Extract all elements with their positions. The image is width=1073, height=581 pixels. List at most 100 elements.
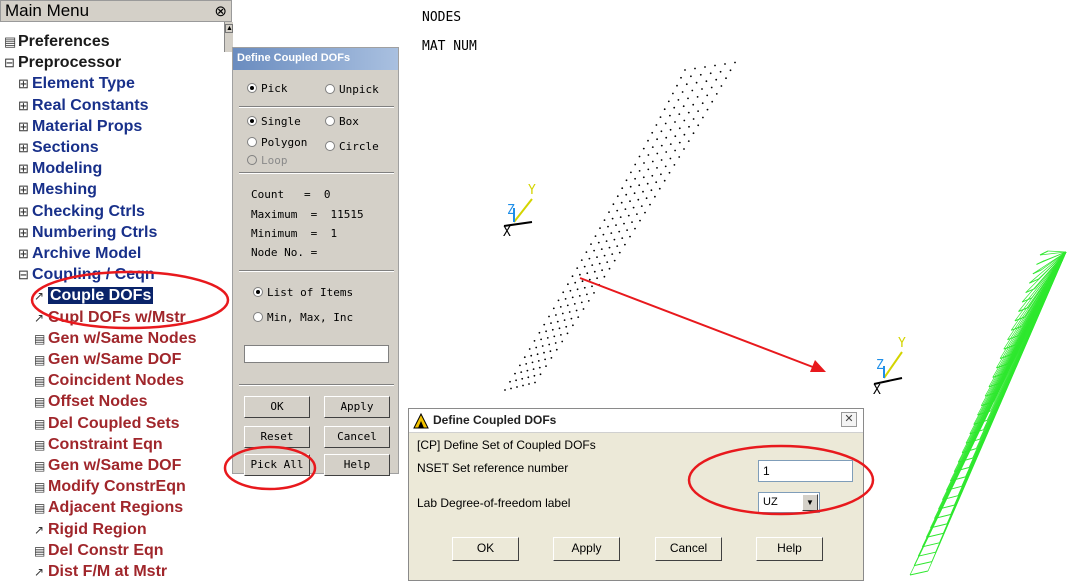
node-dot [576, 267, 579, 269]
unpick-label: Unpick [339, 83, 379, 96]
single-radio[interactable]: Single [247, 115, 301, 128]
node-dot [667, 100, 670, 103]
expand-icon: ⊞ [18, 182, 29, 198]
node-dot [587, 300, 590, 302]
chevron-down-icon[interactable]: ▼ [802, 494, 818, 511]
node-dot [615, 224, 617, 227]
node-dot [688, 125, 690, 128]
menu-item[interactable]: ⊞ Sections [18, 139, 99, 157]
menu-item[interactable]: ↗ Rigid Region [34, 521, 147, 539]
axis-triad-right: Y Z X [873, 336, 906, 398]
node-dot [714, 64, 716, 67]
lab-dropdown[interactable]: UZ ▼ [758, 492, 820, 513]
mesh-line [909, 570, 929, 576]
cp-ok-button[interactable]: OK [452, 537, 519, 561]
pick-entry-field[interactable] [244, 345, 389, 363]
cp-cancel-button[interactable]: Cancel [655, 537, 722, 561]
menu-item[interactable]: ⊞ Checking Ctrls [18, 203, 145, 221]
cp-apply-button[interactable]: Apply [553, 537, 620, 561]
close-icon[interactable]: ✕ [841, 412, 857, 427]
unpick-radio[interactable]: Unpick [325, 83, 379, 96]
radio-selected-icon[interactable] [247, 83, 257, 93]
collapse-icon[interactable]: ⊗ [214, 2, 227, 22]
count-label: Count [251, 188, 285, 201]
apply-button[interactable]: Apply [324, 396, 390, 418]
menu-item[interactable]: ↗ Cupl DOFs w/Mstr [34, 309, 186, 327]
circle-radio[interactable]: Circle [325, 140, 379, 153]
radio-icon[interactable] [325, 116, 335, 126]
menu-item[interactable]: ↗ Couple DOFs [34, 287, 154, 305]
radio-icon[interactable] [253, 312, 263, 322]
menu-item[interactable]: ▤ Coincident Nodes [34, 372, 184, 390]
cp-help-button[interactable]: Help [756, 537, 823, 561]
mesh-line [1007, 251, 1067, 365]
divider [239, 106, 394, 108]
pick-all-button[interactable]: Pick All [244, 454, 310, 476]
help-button[interactable]: Help [324, 454, 390, 476]
menu-item[interactable]: ▤ Gen w/Same DOF [34, 457, 181, 475]
mesh-line [942, 251, 1067, 534]
radio-selected-icon[interactable] [247, 116, 257, 126]
menu-item[interactable]: ⊞ Meshing [18, 181, 97, 199]
menu-item[interactable]: ⊞ Archive Model [18, 245, 141, 263]
menu-item[interactable]: ▤ Adjacent Regions [34, 499, 183, 517]
node-dot [642, 190, 644, 193]
nset-input[interactable]: 1 [758, 460, 853, 482]
menu-item[interactable]: ⊞ Numbering Ctrls [18, 224, 157, 242]
menu-item[interactable]: ▤ Constraint Eqn [34, 436, 163, 454]
mesh-line [1021, 251, 1067, 327]
menu-item[interactable]: ⊞ Element Type [18, 75, 135, 93]
list-of-items-radio[interactable]: List of Items [253, 286, 353, 299]
node-dot [519, 364, 521, 367]
menu-item-label: Rigid Region [48, 520, 147, 538]
node-dot [561, 340, 564, 343]
pick-radio[interactable]: Pick [247, 82, 288, 95]
menu-item[interactable]: ⊟ Coupling / Ceqn [18, 266, 155, 284]
radio-icon[interactable] [325, 141, 335, 151]
menu-item[interactable]: ▤ Gen w/Same Nodes [34, 330, 197, 348]
menu-item-label: Offset Nodes [48, 393, 148, 411]
node-dot [583, 265, 586, 268]
cancel-button[interactable]: Cancel [324, 426, 390, 448]
dialog-icon: ▤ [4, 34, 17, 49]
mesh-line [1003, 344, 1015, 350]
menu-item[interactable]: ↗ Dist F/M at Mstr [34, 563, 167, 581]
menu-item[interactable]: ⊞ Modeling [18, 160, 102, 178]
scroll-up-icon[interactable]: ▲ [225, 24, 233, 33]
radio-icon[interactable] [325, 84, 335, 94]
minimum-value: 1 [330, 227, 338, 240]
menu-item[interactable]: ⊞ Real Constants [18, 97, 148, 115]
reset-button[interactable]: Reset [244, 426, 310, 448]
maximum-readout: Maximum = 11515 [251, 208, 364, 221]
mesh-line [969, 429, 984, 435]
divider [239, 270, 394, 272]
node-dot [608, 211, 610, 214]
polygon-radio[interactable]: Polygon [247, 136, 307, 149]
menu-item[interactable]: ▤ Del Constr Eqn [34, 542, 164, 560]
menu-item[interactable]: ▤ Preferences [4, 33, 110, 51]
menu-item[interactable]: ⊟ Preprocessor [4, 54, 121, 72]
ok-button[interactable]: OK [244, 396, 310, 418]
mesh-line [997, 251, 1067, 393]
node-dot [591, 285, 593, 288]
main-menu-header[interactable]: Main Menu ⊗ [0, 0, 232, 22]
radio-selected-icon[interactable] [253, 287, 263, 297]
node-dot [575, 309, 578, 312]
y-axis-line [513, 198, 533, 223]
menu-item[interactable]: ▤ Offset Nodes [34, 393, 148, 411]
menu-item[interactable]: ▤ Del Coupled Sets [34, 415, 180, 433]
mesh-line [913, 561, 932, 567]
menu-item-label: Constraint Eqn [48, 435, 163, 453]
min-max-inc-radio[interactable]: Min, Max, Inc [253, 311, 353, 324]
mesh-line [934, 514, 951, 519]
radio-icon[interactable] [247, 137, 257, 147]
box-radio[interactable]: Box [325, 115, 359, 128]
menu-item[interactable]: ▤ Gen w/Same DOF [34, 351, 181, 369]
menu-item[interactable]: ▤ Modify ConstrEqn [34, 478, 186, 496]
main-menu-title: Main Menu [5, 1, 90, 20]
node-dot [645, 197, 648, 200]
menu-item[interactable]: ⊞ Material Props [18, 118, 142, 136]
mesh-line [1018, 307, 1029, 312]
mesh-line [938, 504, 955, 510]
mesh-line [1018, 251, 1067, 312]
